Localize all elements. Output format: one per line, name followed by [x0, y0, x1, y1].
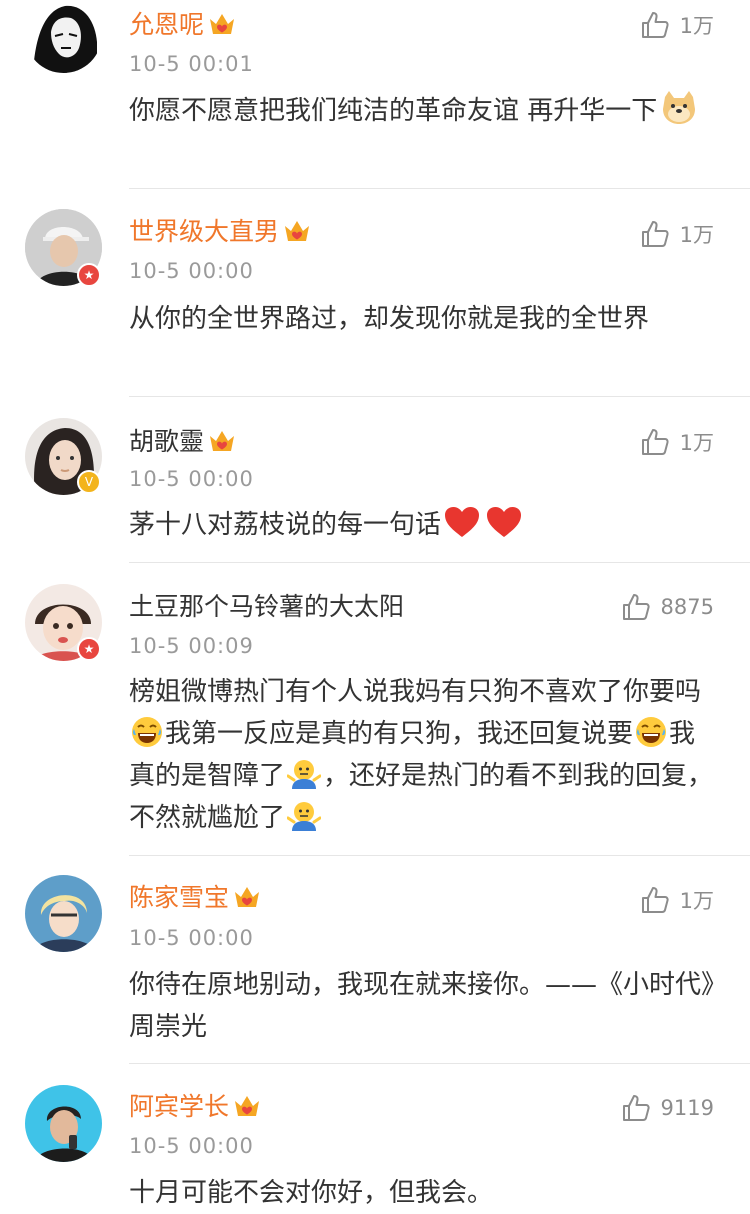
username[interactable]: 阿宾学长 — [129, 1092, 261, 1122]
avatar[interactable] — [25, 0, 102, 73]
heart-emoji-icon — [487, 507, 522, 537]
comment-text: 十月可能不会对你好，但我会。 — [129, 1178, 494, 1208]
comment-text: 你愿不愿意把我们纯洁的革命友谊 再升华一下 — [129, 89, 714, 132]
thumbs-up-outline-icon — [622, 1095, 650, 1121]
verified-v-badge-icon: V — [77, 470, 101, 494]
verified-star-badge-icon: ★ — [77, 637, 101, 661]
divider — [129, 188, 750, 189]
verified-star-badge-icon: ★ — [77, 263, 101, 287]
comment-text: 茅十八对荔枝说的每一句话 — [129, 504, 714, 546]
like-button[interactable]: 1万 — [640, 10, 714, 40]
like-button[interactable]: 1万 — [640, 427, 714, 457]
comment-text: 从你的全世界路过，却发现你就是我的全世界 — [129, 304, 650, 334]
vip-crown-icon — [235, 1096, 260, 1116]
comment-date: 10-5 00:00 — [129, 259, 254, 283]
username[interactable]: 土豆那个马铃薯的大太阳 — [129, 592, 404, 622]
like-button[interactable]: 1万 — [640, 885, 714, 915]
vip-crown-icon — [210, 431, 235, 451]
like-button[interactable]: 1万 — [640, 219, 714, 249]
comment-item: ★ 世界级大直男 10-5 00:00 1万 从你的全世界路过，却发现你就是我的… — [0, 190, 750, 397]
like-button[interactable]: 9119 — [621, 1093, 714, 1123]
comment-date: 10-5 00:09 — [129, 634, 254, 658]
username[interactable]: 允恩呢 — [129, 10, 236, 40]
laugh-cry-emoji-icon — [132, 717, 162, 747]
username[interactable]: 陈家雪宝 — [129, 883, 261, 913]
avatar[interactable] — [25, 875, 102, 952]
comment-item: ★ 土豆那个马铃薯的大太阳 10-5 00:09 8875 榜姐微博热门有个人说… — [0, 563, 750, 856]
comment-item: 陈家雪宝 10-5 00:00 1万 你待在原地别动，我现在就来接你。——《小时… — [0, 856, 750, 1064]
comment-item: 阿宾学长 10-5 00:00 9119 十月可能不会对你好，但我会。 — [0, 1064, 750, 1211]
doge-emoji-icon — [663, 91, 696, 124]
comment-date: 10-5 00:00 — [129, 926, 254, 950]
laugh-cry-emoji-icon — [636, 717, 667, 747]
comment-date: 10-5 00:01 — [129, 52, 254, 76]
like-count: 9119 — [660, 1096, 714, 1120]
shrug-emoji-icon — [287, 760, 322, 789]
username[interactable]: 世界级大直男 — [129, 217, 311, 247]
comment-text: 你待在原地别动，我现在就来接你。——《小时代》周崇光 — [129, 970, 715, 1042]
like-count: 1万 — [679, 889, 714, 913]
heart-emoji-icon — [445, 507, 480, 537]
username[interactable]: 胡歌靈 — [129, 427, 236, 457]
vip-crown-icon — [235, 887, 260, 907]
like-count: 1万 — [679, 14, 714, 38]
comment-item: V 胡歌靈 10-5 00:00 1万 茅十八对荔枝说的每一句话 — [0, 397, 750, 563]
like-count: 8875 — [660, 595, 714, 619]
vip-crown-icon — [285, 221, 310, 241]
comment-text: 榜姐微博热门有个人说我妈有只狗不喜欢了你要吗我第一反应是真的有只狗，我还回复说要… — [129, 677, 714, 833]
vip-crown-icon — [210, 14, 235, 34]
avatar[interactable] — [25, 1085, 102, 1162]
comment-date: 10-5 00:00 — [129, 1134, 254, 1158]
thumbs-up-outline-icon — [641, 12, 669, 38]
like-count: 1万 — [679, 223, 714, 247]
thumbs-up-outline-icon — [641, 221, 669, 247]
thumbs-up-outline-icon — [641, 887, 669, 913]
comment-item: 允恩呢 10-5 00:01 1万 你愿不愿意把我们纯洁的革命友谊 再升华一下 — [0, 0, 750, 190]
shrug-emoji-icon — [287, 802, 322, 831]
like-button[interactable]: 8875 — [621, 592, 714, 622]
like-count: 1万 — [679, 431, 714, 455]
comment-date: 10-5 00:00 — [129, 467, 254, 491]
thumbs-up-outline-icon — [641, 429, 669, 455]
thumbs-up-outline-icon — [622, 594, 650, 620]
